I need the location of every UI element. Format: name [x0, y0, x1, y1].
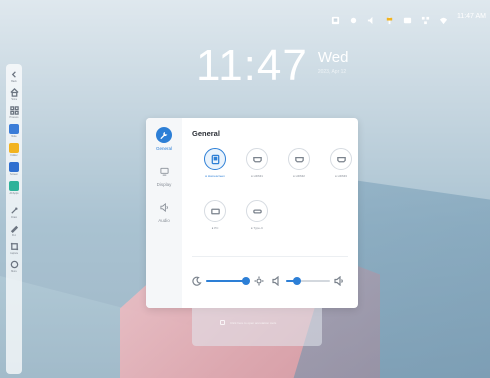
tab-audio-label: Audio: [158, 218, 170, 223]
volume-track[interactable]: [286, 277, 330, 285]
clock-day: Wed: [317, 49, 349, 66]
volume-icon[interactable]: [367, 12, 376, 25]
usb-c-port-icon: [246, 200, 268, 222]
sidebar-item-label: Back: [11, 80, 17, 83]
crop-icon: [10, 242, 19, 251]
sidebar-item-note[interactable]: Note: [6, 124, 22, 138]
sidebar-item-pen[interactable]: Pen: [6, 224, 22, 237]
brightness-slider[interactable]: [192, 276, 264, 286]
sidebar-item-label: Process: [9, 116, 19, 119]
sidebar-item-label: Pen: [11, 234, 17, 237]
clock-widget: 11:47 Wed 2023, Apr 12: [196, 44, 348, 88]
speaker-icon: [156, 199, 172, 215]
hdmi-port-icon: [246, 148, 268, 170]
sidebar-item-label: Folder: [10, 154, 18, 157]
brightness-knob[interactable]: [241, 277, 250, 285]
folder-icon: [9, 143, 19, 153]
grid-icon: [9, 106, 19, 115]
sidebar-item-capture[interactable]: Capture: [6, 242, 22, 255]
wrench-icon: [155, 127, 172, 143]
hdmi-port-icon: [330, 148, 352, 170]
chevron-left-icon: [10, 70, 19, 79]
tab-general-label: General: [155, 146, 172, 151]
annotation-hint: Click here to open annotation tools: [230, 321, 277, 325]
moon-icon: [192, 276, 202, 286]
pen2-icon: [10, 224, 19, 233]
source-label: ● HDMI2: [293, 174, 305, 178]
status-time: 11:47 AM: [456, 13, 486, 20]
source-label: ● HDMI1: [251, 174, 263, 178]
tab-audio[interactable]: Audio: [156, 199, 172, 223]
volume-high-icon: [334, 276, 344, 286]
panel-title: General: [192, 129, 220, 138]
sidebar-item-apps[interactable]: All Apps: [6, 181, 22, 195]
usb-icon[interactable]: [385, 12, 394, 25]
sun-icon: [254, 276, 264, 286]
source-label: ● Homescreen: [205, 174, 225, 178]
settings-nav: General Display Audio: [146, 118, 182, 308]
apps-grid-icon: [9, 181, 19, 191]
clock-date: 2023, Apr 12: [317, 69, 347, 75]
clock-time: 11:47: [196, 41, 308, 90]
notes-icon[interactable]: [331, 12, 340, 25]
sidebar-item-back[interactable]: Back: [6, 70, 22, 83]
source-hdmi1[interactable]: ● HDMI1: [242, 148, 272, 178]
note-app-icon: [9, 124, 19, 134]
sidebar-item-label: Capture: [9, 252, 19, 255]
screen-share-icon[interactable]: [403, 12, 412, 24]
tab-display[interactable]: Display: [156, 163, 172, 187]
pc-port-icon: [204, 200, 226, 222]
sidebar-item-label: Note: [11, 135, 17, 138]
volume-slider[interactable]: [272, 276, 344, 286]
source-type-c[interactable]: ● Type-C: [242, 200, 272, 230]
source-label: ● Type-C: [250, 226, 264, 230]
status-bar: 11:47 AM: [331, 12, 486, 25]
annotation-card[interactable]: [192, 308, 322, 346]
left-toolbar: Back Home Process Note Folder Screen All…: [6, 64, 22, 374]
pen-icon: [10, 206, 19, 215]
source-label: ● HDMI3: [335, 174, 347, 178]
settings-panel: General Display Audio General ● Homescre…: [146, 118, 358, 308]
sidebar-item-draw[interactable]: Draw: [6, 206, 22, 219]
divider: [192, 256, 348, 257]
sidebar-item-label: Screen: [10, 173, 18, 176]
sidebar-item-screen[interactable]: Screen: [6, 162, 22, 176]
annotation-icon: [220, 320, 225, 325]
volume-low-icon: [272, 276, 282, 286]
source-label: ● PC: [211, 226, 219, 230]
input-source-grid: ● Homescreen ● HDMI1 ● HDMI2 ● HDMI3 ● P…: [192, 148, 358, 258]
source-hdmi2[interactable]: ● HDMI2: [284, 148, 314, 178]
network-icon[interactable]: [421, 12, 430, 25]
tab-display-label: Display: [156, 182, 172, 187]
monitor-icon: [156, 163, 172, 179]
sidebar-item-more[interactable]: More: [6, 260, 22, 273]
brightness-fill: [206, 280, 246, 282]
sidebar-item-label: More: [11, 270, 17, 273]
sidebar-item-label: Draw: [11, 216, 17, 219]
sidebar-item-home[interactable]: Home: [6, 88, 22, 101]
more-icon: [10, 260, 19, 269]
sidebar-item-folder[interactable]: Folder: [6, 143, 22, 157]
sidebar-item-process[interactable]: Process: [6, 106, 22, 119]
source-pc[interactable]: ● PC: [200, 200, 230, 230]
screen-app-icon: [9, 162, 19, 172]
source-hdmi3[interactable]: ● HDMI3: [326, 148, 356, 178]
tab-general[interactable]: General: [155, 127, 172, 151]
homescreen-icon: [204, 148, 226, 170]
home-icon: [9, 88, 19, 97]
brightness-track[interactable]: [206, 277, 250, 285]
sidebar-item-label: Home: [10, 98, 18, 101]
volume-knob[interactable]: [293, 277, 301, 285]
settings-content: General ● Homescreen ● HDMI1 ● HDMI2 ● H…: [182, 118, 358, 308]
brightness-icon[interactable]: [349, 12, 358, 24]
hdmi-port-icon: [288, 148, 310, 170]
sidebar-item-label: All Apps: [9, 192, 19, 195]
wifi-icon[interactable]: [439, 12, 448, 25]
source-homescreen[interactable]: ● Homescreen: [200, 148, 230, 178]
